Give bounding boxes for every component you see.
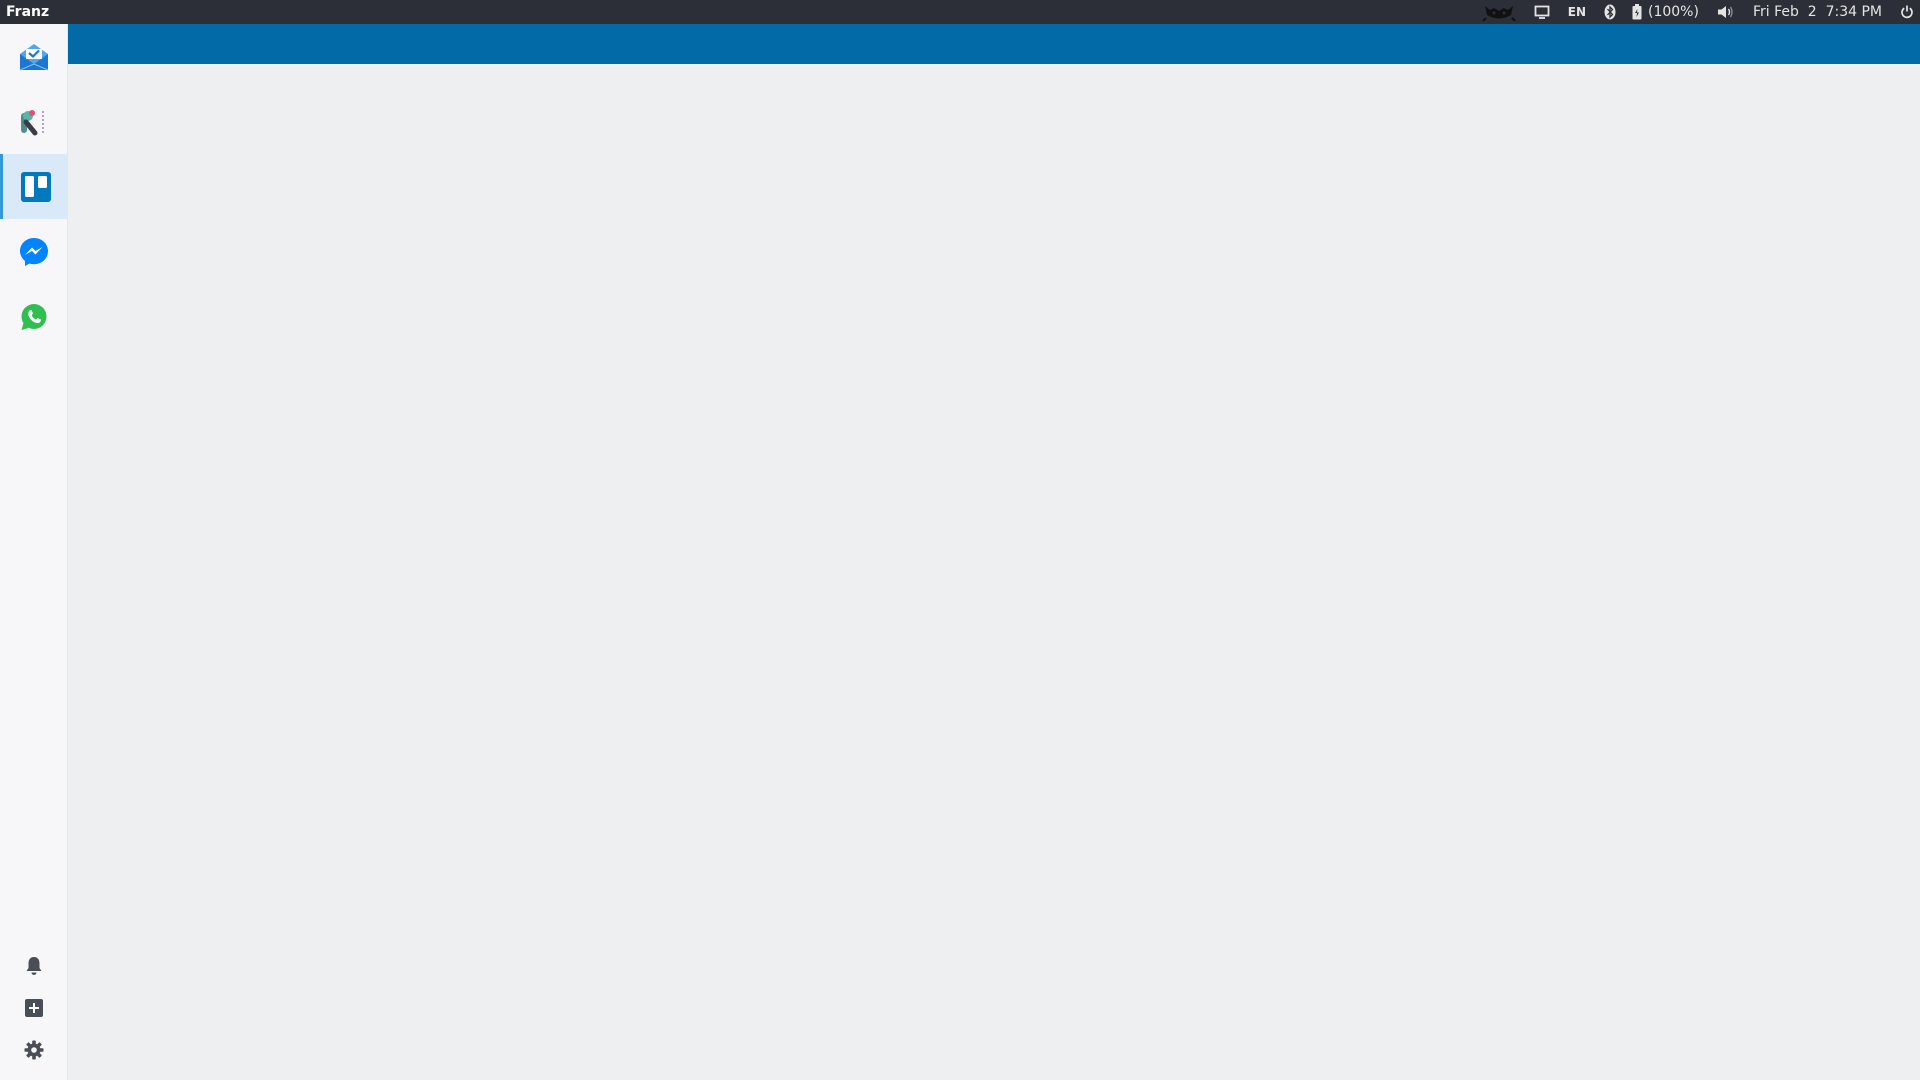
keyboard-language[interactable]: EN [1568,0,1586,24]
notifications-button[interactable] [0,951,68,981]
messenger-icon [20,237,48,266]
battery-indicator[interactable]: (100%) [1632,0,1699,24]
clock[interactable]: Fri Feb 2 7:34 PM [1753,0,1882,24]
trello-icon [20,171,51,202]
service-whatsapp[interactable] [0,284,68,349]
app-name: Franz [6,4,50,20]
service-header-bar [68,24,1920,64]
inbox-icon [19,43,49,70]
service-content-area[interactable] [68,64,1920,1080]
system-top-panel: Franz EN (100%) Fri Feb 2 7:34 PM [0,0,1920,24]
service-rainmaker[interactable] [0,89,68,154]
volume-icon[interactable] [1717,0,1735,24]
settings-button[interactable] [0,1035,68,1065]
monitor-icon[interactable] [1534,0,1550,24]
service-trello[interactable] [0,154,68,219]
service-messenger[interactable] [0,219,68,284]
add-icon [25,999,43,1017]
whatsapp-icon [21,303,47,330]
battery-percent: (100%) [1648,4,1699,20]
bluetooth-icon[interactable] [1604,0,1616,24]
cat-icon[interactable] [1482,0,1516,24]
service-sidebar [0,24,68,1080]
gear-icon [24,1040,44,1060]
battery-icon [1632,4,1642,20]
system-tray: EN (100%) Fri Feb 2 7:34 PM [1464,0,1920,24]
bell-icon [26,957,42,975]
service-inbox[interactable] [0,24,68,89]
add-service-button[interactable] [0,993,68,1023]
rainmaker-icon [21,109,44,135]
power-icon[interactable] [1900,0,1914,24]
